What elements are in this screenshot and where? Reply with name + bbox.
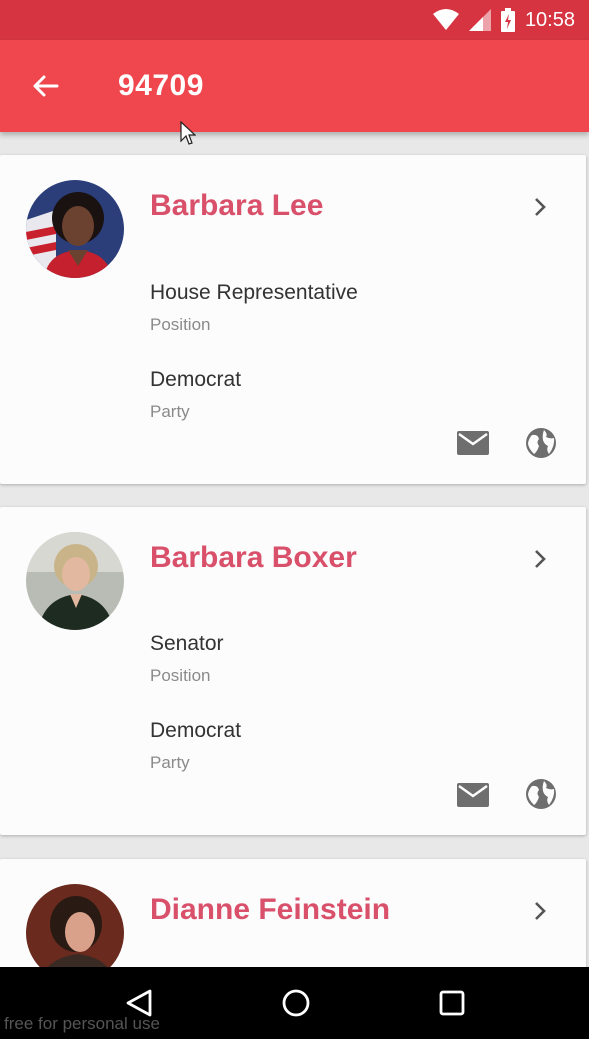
party-value: Democrat: [150, 368, 242, 391]
representative-name[interactable]: Barbara Lee: [150, 189, 323, 223]
representative-card[interactable]: Barbara Lee House Representative Positio…: [0, 155, 586, 484]
email-icon[interactable]: [456, 782, 490, 808]
status-bar: 10:58: [0, 0, 589, 40]
avatar: [26, 180, 124, 278]
battery-charging-icon: [500, 8, 515, 32]
representative-name[interactable]: Barbara Boxer: [150, 541, 357, 575]
back-button[interactable]: [0, 40, 90, 132]
avatar: [26, 532, 124, 630]
party-label: Party: [150, 402, 190, 421]
chevron-right-icon[interactable]: [528, 195, 552, 219]
home-nav-icon[interactable]: [281, 988, 311, 1018]
representative-card[interactable]: Dianne Feinstein: [0, 859, 586, 967]
globe-icon[interactable]: [524, 777, 558, 811]
chevron-right-icon[interactable]: [528, 547, 552, 571]
arrow-back-icon: [33, 75, 59, 97]
representative-card[interactable]: Barbara Boxer Senator Position Democrat …: [0, 507, 586, 835]
position-label: Position: [150, 666, 211, 685]
watermark: free for personal use: [4, 1014, 160, 1033]
representative-list[interactable]: Barbara Lee House Representative Positio…: [0, 132, 589, 967]
cell-signal-icon: [468, 9, 491, 31]
position-label: Position: [150, 315, 211, 334]
party-label: Party: [150, 753, 190, 772]
position-value: House Representative: [150, 281, 358, 304]
position-value: Senator: [150, 632, 224, 655]
wifi-icon: [432, 9, 459, 31]
avatar: [26, 884, 124, 967]
page-title: 94709: [118, 69, 204, 102]
email-icon[interactable]: [456, 430, 490, 456]
party-value: Democrat: [150, 719, 242, 742]
globe-icon[interactable]: [524, 426, 558, 460]
chevron-right-icon[interactable]: [528, 899, 552, 923]
status-time: 10:58: [524, 8, 575, 31]
app-bar: 94709: [0, 40, 589, 132]
recents-nav-icon[interactable]: [438, 989, 466, 1017]
representative-name[interactable]: Dianne Feinstein: [150, 893, 390, 927]
mouse-cursor-icon: [180, 121, 196, 145]
